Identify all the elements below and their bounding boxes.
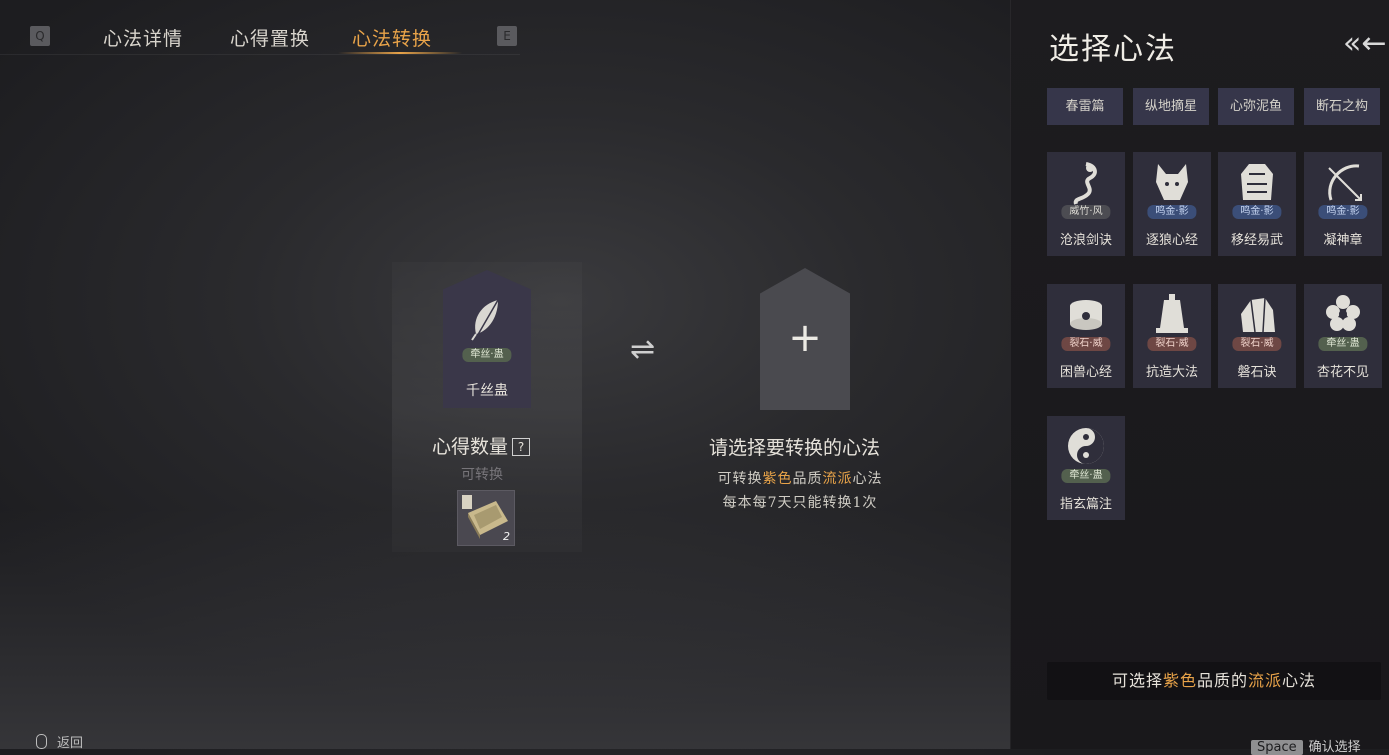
armor-icon (1218, 160, 1296, 210)
filter-chip-4[interactable]: 断石之构 (1304, 88, 1380, 125)
wolf-icon (1133, 160, 1211, 210)
active-tab-underline (338, 52, 462, 54)
tab-bar: Q 心法详情 心得置换 心法转换 E (0, 0, 520, 55)
tab-details[interactable]: 心法详情 (103, 24, 183, 51)
prev-tab-key[interactable]: Q (30, 26, 50, 46)
dragon-icon (1047, 160, 1125, 210)
skill-card-ningshen[interactable]: 鸣金·影 凝神章 (1304, 152, 1382, 256)
bow-icon (1304, 160, 1382, 210)
help-icon[interactable]: ? (512, 438, 531, 456)
skill-card-canglang[interactable]: 威竹·风 沧浪剑诀 (1047, 152, 1125, 256)
skill-card-panshi[interactable]: 裂石·威 磐石诀 (1218, 284, 1296, 388)
collapse-icon[interactable]: «← (1343, 26, 1387, 61)
bell-icon (1133, 292, 1211, 342)
target-title: 请选择要转换的心法 (709, 437, 881, 459)
mouse-icon (36, 734, 47, 749)
filter-chip-2[interactable]: 纵地摘星 (1133, 88, 1209, 125)
tab-convert[interactable]: 心法转换 (352, 24, 432, 51)
tab-exchange[interactable]: 心得置换 (230, 24, 310, 51)
swap-icon: ⇌ (630, 332, 656, 367)
drum-icon (1047, 292, 1125, 342)
plus-icon: + (788, 315, 822, 361)
selection-hint: 可选择紫色品质的流派心法 (1047, 662, 1381, 700)
skill-card-yijing[interactable]: 鸣金·影 移经易武 (1218, 152, 1296, 256)
feather-icon (443, 298, 531, 346)
skill-card-kangzao[interactable]: 裂石·威 抗造大法 (1133, 284, 1211, 388)
target-rule-line1: 可转换紫色品质流派心法 (717, 471, 883, 487)
rock-icon (1218, 292, 1296, 342)
confirm-select-button[interactable]: Space 确认选择 (1251, 736, 1361, 755)
skill-select-panel: 选择心法 «← 春雷篇 纵地摘星 心弥泥鱼 断石之构 威竹·风 沧浪剑诀 鸣金·… (1010, 0, 1389, 755)
skill-card-zhixuan[interactable]: 牵丝·蛊 指玄篇注 (1047, 416, 1125, 520)
next-tab-key[interactable]: E (497, 26, 517, 46)
skill-card-kunshou[interactable]: 裂石·威 困兽心经 (1047, 284, 1125, 388)
insight-item-count: 2 (503, 530, 510, 543)
insight-item[interactable]: 2 (457, 490, 515, 546)
panel-title: 选择心法 (1049, 32, 1177, 67)
yinyang-icon (1047, 424, 1125, 474)
filter-chip-3[interactable]: 心弥泥鱼 (1218, 88, 1294, 125)
source-skill-name: 千丝蛊 (466, 383, 508, 399)
skill-card-xinghua[interactable]: 牵丝·蛊 杏花不见 (1304, 284, 1382, 388)
convertible-status: 可转换 (461, 467, 503, 483)
source-skill-tag: 牵丝·蛊 (462, 348, 512, 362)
target-slot[interactable]: + (760, 268, 850, 410)
skill-card-zhulang[interactable]: 鸣金·影 逐狼心经 (1133, 152, 1211, 256)
insight-count-label: 心得数量? (432, 432, 531, 459)
space-key: Space (1251, 740, 1303, 755)
filter-chip-1[interactable]: 春雷篇 (1047, 88, 1123, 125)
back-button[interactable]: 返回 (36, 732, 83, 751)
flower-icon (1304, 292, 1382, 342)
source-skill-card[interactable]: 牵丝·蛊 千丝蛊 (443, 270, 531, 408)
target-rule-line2: 每本每7天只能转换1次 (722, 495, 878, 511)
